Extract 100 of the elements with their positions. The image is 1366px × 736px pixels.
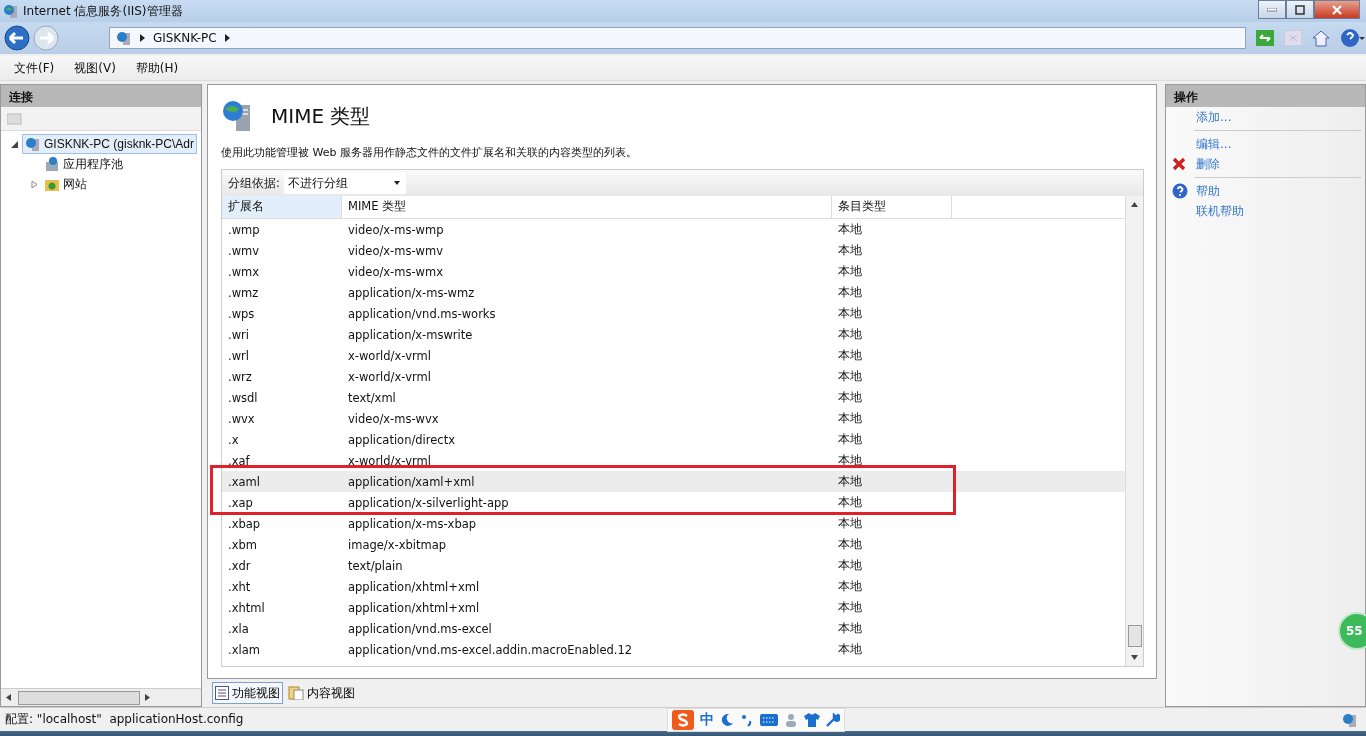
table-cell-text: 本地 xyxy=(837,390,863,405)
shirt-icon[interactable] xyxy=(804,712,821,727)
help-icon[interactable] xyxy=(1340,28,1366,48)
breadcrumb[interactable]: GISKNK-PC xyxy=(152,31,217,45)
group-by-dropdown[interactable]: 不进行分组 xyxy=(283,172,406,194)
table-row[interactable]: .xbap application/x-ms-xbap 本地 xyxy=(222,513,1125,534)
table-row[interactable]: .wrz x-world/x-vrml 本地 xyxy=(222,366,1125,387)
table-cell-text: text/plain xyxy=(347,558,404,573)
table-cell-text: 本地 xyxy=(837,327,863,342)
server-globe-icon xyxy=(3,3,19,19)
menu-item[interactable]: 视图(V) xyxy=(74,59,116,77)
table-cell-text: 本地 xyxy=(837,285,863,300)
menu-item[interactable]: 帮助(H) xyxy=(135,59,179,77)
view-tab[interactable]: 功能视图 xyxy=(212,682,283,704)
table-cell-text: application/vnd.ms-works xyxy=(347,306,497,321)
expand-arrow-icon[interactable] xyxy=(31,180,38,188)
scrollbar[interactable] xyxy=(1125,196,1143,666)
action-link[interactable]: 编辑... xyxy=(1196,135,1232,153)
table-row[interactable]: .xlam application/vnd.ms-excel.addin.macroEnabled.12 本地 xyxy=(222,639,1125,660)
table-cell-text: .xlam xyxy=(227,642,261,657)
down-arrow-icon[interactable] xyxy=(1131,655,1138,660)
table-row[interactable]: .wsdl text/xml 本地 xyxy=(222,387,1125,408)
action-link[interactable]: 联机帮助 xyxy=(1196,202,1244,220)
table-row[interactable]: .wps application/vnd.ms-works 本地 xyxy=(222,303,1125,324)
scroll-thumb[interactable] xyxy=(1127,625,1142,647)
table-cell-text: .wmz xyxy=(227,285,260,300)
action-link[interactable]: 删除 xyxy=(1196,155,1220,173)
table-cell-text: .xbap xyxy=(227,516,262,531)
home-icon[interactable] xyxy=(1312,29,1330,47)
table-cell-text: .xaml xyxy=(227,474,261,489)
scroll-thumb[interactable] xyxy=(18,690,140,705)
delete-icon xyxy=(1172,157,1186,171)
table-row[interactable]: .xaf x-world/x-vrml 本地 xyxy=(222,450,1125,471)
up-arrow-icon[interactable] xyxy=(1131,202,1138,207)
wrench-icon[interactable] xyxy=(826,712,841,727)
table-row[interactable]: .wri application/x-mswrite 本地 xyxy=(222,324,1125,345)
table-row[interactable]: .wmp video/x-ms-wmp 本地 xyxy=(222,219,1125,240)
table-row[interactable]: .xhtml application/xhtml+xml 本地 xyxy=(222,597,1125,618)
table-cell-text: video/x-ms-wmp xyxy=(347,222,445,237)
table-cell-text: 本地 xyxy=(837,222,863,237)
table-cell-text: application/xhtml+xml xyxy=(347,600,481,615)
chevron-icon xyxy=(224,34,230,42)
table-cell-text: 本地 xyxy=(837,369,863,384)
column-header[interactable]: 条目类型 xyxy=(832,196,952,218)
collapse-arrow-icon[interactable] xyxy=(11,140,18,148)
menu-item[interactable]: 文件(F) xyxy=(14,59,55,77)
table-row[interactable]: .xaml application/xaml+xml 本地 xyxy=(222,471,1125,492)
app-pool-icon xyxy=(44,156,60,172)
table-row[interactable]: .xap application/x-silverlight-app 本地 xyxy=(222,492,1125,513)
moon-icon[interactable] xyxy=(720,712,735,727)
table-cell-text: application/x-silverlight-app xyxy=(347,495,510,510)
table-cell-text: x-world/x-vrml xyxy=(347,453,432,468)
keyboard-icon[interactable] xyxy=(760,713,779,726)
connect-icon[interactable] xyxy=(1256,30,1274,46)
table-cell-text: 本地 xyxy=(837,621,863,636)
table-row[interactable]: .wmv video/x-ms-wmv 本地 xyxy=(222,240,1125,261)
close-button[interactable] xyxy=(1314,0,1360,19)
input-mode-toggle[interactable]: 中 xyxy=(700,710,715,729)
table-cell-text: .xla xyxy=(227,621,250,636)
column-header[interactable]: 扩展名 xyxy=(222,196,342,218)
tree-item[interactable]: GISKNK-PC (gisknk-PC\Adr xyxy=(22,134,198,154)
table-row[interactable]: .wmz application/x-ms-wmz 本地 xyxy=(222,282,1125,303)
table-cell-text: x-world/x-vrml xyxy=(347,348,432,363)
table-cell-text: text/xml xyxy=(347,390,397,405)
pane-header: 连接 xyxy=(1,85,201,107)
right-arrow-icon[interactable] xyxy=(145,694,150,701)
back-button[interactable] xyxy=(4,24,32,52)
table-row[interactable]: .xla application/vnd.ms-excel 本地 xyxy=(222,618,1125,639)
left-arrow-icon[interactable] xyxy=(6,694,11,701)
table-row[interactable]: .x application/directx 本地 xyxy=(222,429,1125,450)
table-cell-text: 本地 xyxy=(837,495,863,510)
server-icon xyxy=(25,136,41,152)
tree-item[interactable]: 应用程序池 xyxy=(42,154,125,174)
action-link[interactable]: 添加... xyxy=(1196,108,1232,126)
table-cell-text: 本地 xyxy=(837,600,863,615)
tree-item[interactable]: 网站 xyxy=(42,174,89,194)
minimize-button[interactable] xyxy=(1258,0,1286,19)
table-cell-text: video/x-ms-wvx xyxy=(347,411,440,426)
table-row[interactable]: .wvx video/x-ms-wvx 本地 xyxy=(222,408,1125,429)
table-cell-text: .x xyxy=(227,432,240,447)
table-row[interactable]: .xbm image/x-xbitmap 本地 xyxy=(222,534,1125,555)
table-cell-text: .wmp xyxy=(227,222,261,237)
table-row[interactable]: .xht application/xhtml+xml 本地 xyxy=(222,576,1125,597)
action-link[interactable]: 帮助 xyxy=(1196,182,1220,200)
column-header[interactable]: MIME 类型 xyxy=(342,196,832,218)
table-row[interactable]: .xdr text/plain 本地 xyxy=(222,555,1125,576)
table-cell-text: .xdr xyxy=(227,558,252,573)
table-cell-text: .xht xyxy=(227,579,252,594)
ime-toolbar[interactable]: 中 xyxy=(667,707,846,732)
table-row[interactable]: .wmx video/x-ms-wmx 本地 xyxy=(222,261,1125,282)
scrollbar[interactable] xyxy=(1,688,201,706)
restore-button[interactable] xyxy=(1286,0,1314,19)
table-row[interactable]: .wrl x-world/x-vrml 本地 xyxy=(222,345,1125,366)
table-cell-text: application/x-ms-xbap xyxy=(347,516,478,531)
address-bar[interactable]: GISKNK-PC xyxy=(108,27,1246,49)
view-tab[interactable]: 内容视图 xyxy=(285,682,358,704)
table-cell-text: 本地 xyxy=(837,474,863,489)
table-cell-text: .xhtml xyxy=(227,600,266,615)
table-cell-text: video/x-ms-wmv xyxy=(347,243,444,258)
minimize-icon xyxy=(1267,7,1277,12)
